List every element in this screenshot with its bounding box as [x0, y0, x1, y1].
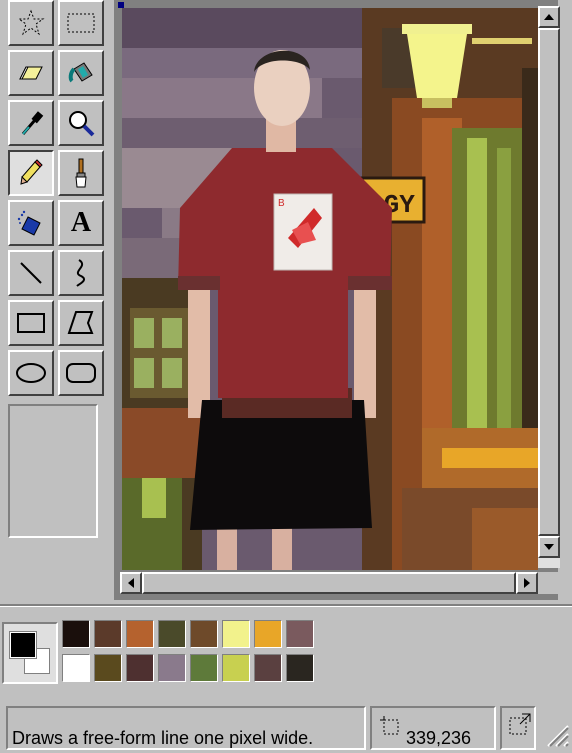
magnifier-icon	[69, 111, 95, 137]
tool-curve[interactable]	[58, 250, 104, 296]
tool-rounded-rectangle[interactable]	[58, 350, 104, 396]
palette-swatch[interactable]	[62, 620, 90, 648]
selection-size-icon	[509, 713, 531, 735]
divider	[0, 604, 572, 607]
palette-swatch[interactable]	[190, 654, 218, 682]
color-box	[0, 616, 320, 688]
current-colors[interactable]	[2, 622, 58, 684]
foreground-color-swatch[interactable]	[9, 631, 37, 659]
tool-magnifier[interactable]	[58, 100, 104, 146]
palette-swatch[interactable]	[190, 620, 218, 648]
arrow-left-icon	[128, 578, 134, 588]
ellipse-icon	[16, 363, 46, 383]
scroll-left-button[interactable]	[120, 572, 142, 594]
airbrush-icon	[17, 210, 41, 236]
tool-ellipse[interactable]	[8, 350, 54, 396]
tool-text[interactable]: A	[58, 200, 104, 246]
rectangle-icon	[17, 313, 45, 333]
palette-swatch[interactable]	[158, 620, 186, 648]
tool-pick-color[interactable]	[8, 100, 54, 146]
status-help-panel: Draws a free-form line one pixel wide.	[6, 706, 366, 750]
cursor-position-icon	[380, 716, 399, 735]
scrollbar-corner	[538, 572, 560, 594]
palette-swatch[interactable]	[94, 620, 122, 648]
palette-swatch[interactable]	[254, 620, 282, 648]
pencil-icon	[20, 159, 43, 185]
drawing-canvas[interactable]: GGY B	[122, 8, 538, 570]
rect-select-icon	[67, 13, 95, 33]
horizontal-scrollbar[interactable]	[120, 572, 538, 594]
eyedropper-icon	[21, 111, 44, 135]
tool-brush[interactable]	[58, 150, 104, 196]
tool-polygon[interactable]	[58, 300, 104, 346]
tool-airbrush[interactable]	[8, 200, 54, 246]
canvas-image: GGY B	[122, 8, 538, 570]
vertical-scrollbar[interactable]	[538, 6, 560, 568]
scroll-right-button[interactable]	[516, 572, 538, 594]
tool-rectangle[interactable]	[8, 300, 54, 346]
tool-select[interactable]	[58, 0, 104, 46]
status-coords-panel: 339,236	[370, 706, 496, 750]
palette-swatch[interactable]	[94, 654, 122, 682]
tool-eraser[interactable]	[8, 50, 54, 96]
palette-swatch[interactable]	[62, 654, 90, 682]
line-icon	[20, 262, 42, 284]
tool-fill-with-color[interactable]	[58, 50, 104, 96]
palette-grid	[62, 620, 320, 686]
tool-free-form-select[interactable]	[8, 0, 54, 46]
palette-swatch[interactable]	[222, 654, 250, 682]
palette-swatch[interactable]	[126, 654, 154, 682]
tool-line[interactable]	[8, 250, 54, 296]
star-select-icon	[17, 9, 45, 36]
vertical-scroll-thumb[interactable]	[538, 28, 560, 536]
rounded-rect-icon	[66, 363, 96, 383]
canvas-area: GGY B	[114, 0, 560, 600]
resize-grip[interactable]	[540, 718, 570, 748]
status-help-text: Draws a free-form line one pixel wide.	[12, 728, 314, 748]
arrow-down-icon	[544, 544, 554, 550]
text-icon: A	[70, 207, 92, 238]
palette-swatch[interactable]	[158, 654, 186, 682]
resize-grip-icon	[547, 725, 569, 747]
eraser-icon	[19, 66, 43, 80]
brush-icon	[75, 158, 87, 188]
palette-swatch[interactable]	[286, 654, 314, 682]
scroll-down-button[interactable]	[538, 536, 560, 558]
arrow-right-icon	[524, 578, 530, 588]
palette-swatch[interactable]	[126, 620, 154, 648]
status-coordinates: 339,236	[406, 728, 472, 748]
palette-swatch[interactable]	[254, 654, 282, 682]
palette-swatch[interactable]	[222, 620, 250, 648]
tool-options-box[interactable]	[8, 404, 98, 538]
curve-icon	[76, 259, 86, 287]
palette-swatch[interactable]	[286, 620, 314, 648]
status-bar: Draws a free-form line one pixel wide. 3…	[0, 702, 572, 750]
toolbox: A	[0, 0, 112, 600]
scroll-up-button[interactable]	[538, 6, 560, 28]
horizontal-scroll-thumb[interactable]	[142, 572, 516, 594]
polygon-icon	[67, 311, 94, 334]
arrow-up-icon	[544, 14, 554, 20]
card-corner-label: B	[278, 198, 285, 209]
tool-pencil[interactable]	[8, 150, 54, 196]
status-size-panel	[500, 706, 536, 750]
paint-bucket-icon	[68, 62, 93, 83]
